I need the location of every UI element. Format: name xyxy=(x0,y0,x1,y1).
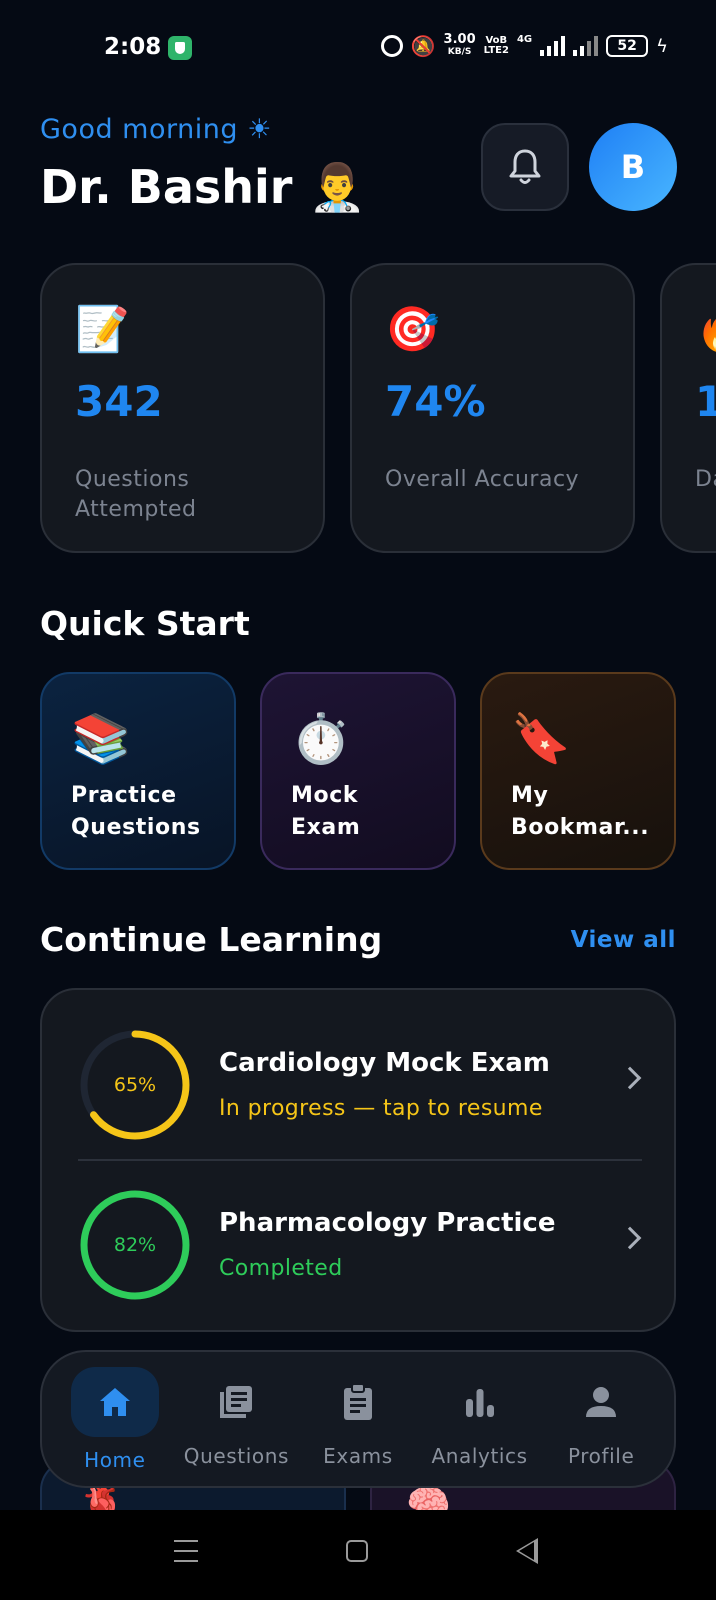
progress-percent: 82% xyxy=(113,1234,157,1256)
books-icon: 📚 xyxy=(71,711,131,767)
bookmarks-button[interactable]: 🔖 My Bookmar... xyxy=(480,672,676,870)
fire-icon: 🔥 xyxy=(695,303,716,355)
progress-percent: 65% xyxy=(113,1074,157,1096)
stat-value: 74% xyxy=(385,377,486,426)
quick-start-label: My Bookmar... xyxy=(511,783,650,840)
stat-card-streak[interactable]: 🔥 12 Day Streak xyxy=(660,263,716,553)
learning-item-pharmacology[interactable]: 82% Pharmacology Practice Completed xyxy=(42,1170,678,1320)
network-speed: 3.00 KB/S xyxy=(443,32,476,57)
nav-label: Home xyxy=(84,1448,146,1472)
stats-carousel[interactable]: 📝 342 Questions Attempted 🎯 74% Overall … xyxy=(40,263,716,555)
quick-start-label: Practice Questions xyxy=(71,783,201,840)
signal-icon-2 xyxy=(573,36,599,56)
divider xyxy=(78,1159,642,1161)
person-icon xyxy=(557,1367,645,1437)
stat-label: Questions Attempted xyxy=(75,467,197,522)
nav-profile[interactable]: Profile xyxy=(540,1350,662,1488)
chevron-right-icon xyxy=(618,1226,642,1250)
notifications-button[interactable] xyxy=(481,123,569,211)
learning-item-title: Pharmacology Practice xyxy=(219,1208,556,1238)
status-time: 2:08 xyxy=(104,34,162,60)
nav-questions[interactable]: Questions xyxy=(176,1350,298,1488)
alarm-icon xyxy=(380,35,403,57)
nav-label: Analytics xyxy=(431,1444,528,1468)
continue-learning-title: Continue Learning xyxy=(40,920,383,959)
bell-icon xyxy=(509,149,541,184)
learning-item-status: In progress — tap to resume xyxy=(219,1096,543,1121)
charging-icon: ϟ xyxy=(656,35,668,57)
memo-icon: 📝 xyxy=(75,304,130,355)
learning-item-title: Cardiology Mock Exam xyxy=(219,1048,550,1078)
view-all-link[interactable]: View all xyxy=(571,927,676,953)
volte-indicator: VoB LTE2 xyxy=(483,35,509,56)
target-icon: 🎯 xyxy=(385,304,440,355)
nav-label: Questions xyxy=(183,1444,290,1468)
status-bar: 2:08 🔕 3.00 KB/S VoB LTE2 4G 52 ϟ xyxy=(0,0,716,90)
practice-questions-button[interactable]: 📚 Practice Questions xyxy=(40,672,236,870)
home-icon xyxy=(70,1367,159,1437)
bar-chart-icon xyxy=(436,1367,524,1437)
status-icons: 🔕 3.00 KB/S VoB LTE2 4G 52 ϟ xyxy=(380,32,668,58)
library-books-icon xyxy=(192,1367,280,1437)
greeting-text: Good morning ☀ xyxy=(40,114,272,145)
network-type: 4G xyxy=(516,34,533,45)
stat-value: 12 xyxy=(695,377,716,426)
bottom-nav: Home Questions Exams Analytics Profile xyxy=(40,1350,676,1488)
nav-home[interactable]: Home xyxy=(54,1350,176,1488)
nav-analytics[interactable]: Analytics xyxy=(419,1350,541,1488)
continue-learning-card: 65% Cardiology Mock Exam In progress — t… xyxy=(40,988,676,1332)
nav-label: Profile xyxy=(567,1444,635,1468)
stat-card-accuracy[interactable]: 🎯 74% Overall Accuracy xyxy=(350,263,635,553)
learning-item-status: Completed xyxy=(219,1256,343,1281)
stat-label: Day Streak xyxy=(695,467,716,492)
avatar[interactable]: B xyxy=(589,123,677,211)
clipboard-icon xyxy=(314,1367,402,1437)
chevron-right-icon xyxy=(618,1066,642,1090)
menu-icon[interactable] xyxy=(174,1540,198,1562)
bookmark-icon: 🔖 xyxy=(511,711,571,767)
shield-icon xyxy=(168,36,192,60)
stat-label: Overall Accuracy xyxy=(385,467,580,492)
signal-icon xyxy=(540,36,566,56)
nav-label: Exams xyxy=(323,1444,393,1468)
mock-exam-button[interactable]: ⏱️ Mock Exam xyxy=(260,672,456,870)
stopwatch-icon: ⏱️ xyxy=(291,711,351,767)
mute-icon: 🔕 xyxy=(410,34,436,58)
system-nav-bar xyxy=(0,1510,716,1600)
home-square-icon[interactable] xyxy=(346,1540,368,1562)
stat-value: 342 xyxy=(75,377,163,426)
nav-exams[interactable]: Exams xyxy=(297,1350,419,1488)
battery-icon: 52 xyxy=(606,35,649,57)
user-name: Dr. Bashir 👨‍⚕️ xyxy=(40,160,366,214)
back-icon[interactable] xyxy=(516,1538,538,1564)
quick-start-title: Quick Start xyxy=(40,604,250,643)
quick-start-label: Mock Exam xyxy=(291,783,361,840)
stat-card-questions[interactable]: 📝 342 Questions Attempted xyxy=(40,263,325,553)
learning-item-cardiology[interactable]: 65% Cardiology Mock Exam In progress — t… xyxy=(42,1010,678,1160)
